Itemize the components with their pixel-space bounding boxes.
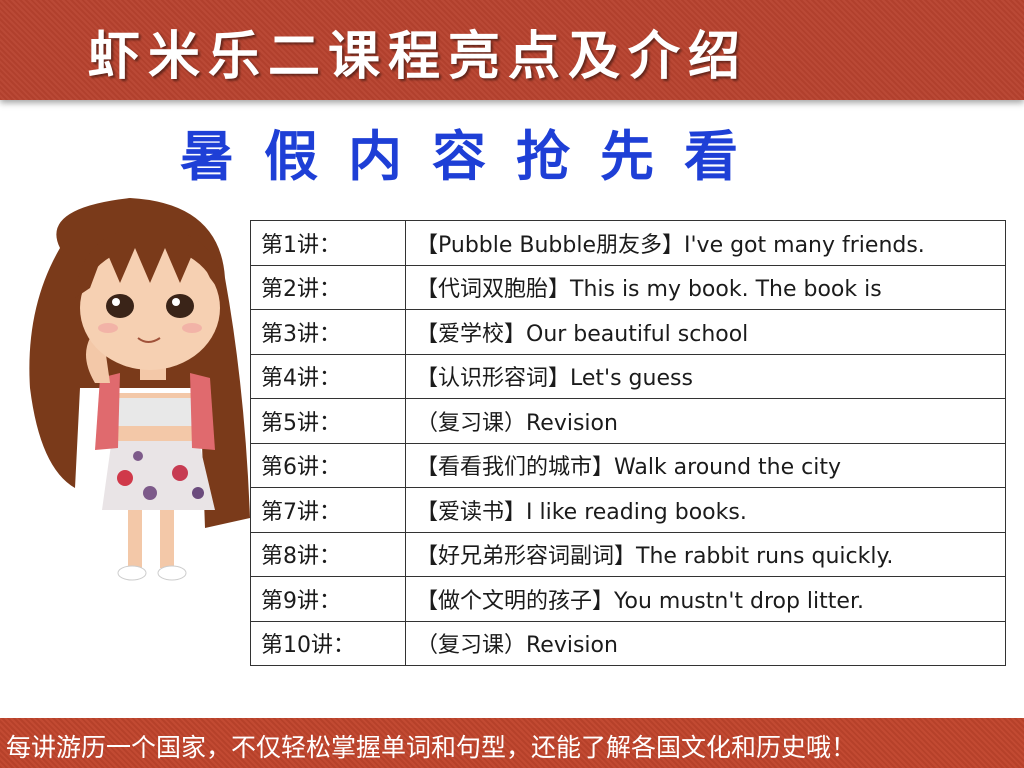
page-title: 虾米乐二课程亮点及介绍: [88, 27, 749, 87]
lesson-number: 第9讲：: [250, 576, 406, 622]
table-row: 第3讲： 【爱学校】Our beautiful school: [250, 309, 1006, 355]
table-row: 第7讲： 【爱读书】I like reading books.: [250, 487, 1006, 533]
lesson-number: 第3讲：: [250, 309, 406, 355]
lesson-title: 【看看我们的城市】Walk around the city: [405, 442, 1006, 488]
table-row: 第5讲： （复习课）Revision: [250, 398, 1006, 444]
lesson-number: 第10讲：: [250, 620, 406, 666]
table-row: 第6讲： 【看看我们的城市】Walk around the city: [250, 442, 1006, 488]
lesson-title: 【Pubble Bubble朋友多】I've got many friends.: [405, 220, 1006, 266]
lesson-number: 第7讲：: [250, 487, 406, 533]
table-row: 第9讲： 【做个文明的孩子】You mustn't drop litter.: [250, 576, 1006, 622]
subtitle: 暑假内容抢先看: [180, 125, 768, 188]
cartoon-girl-illustration: [29, 198, 250, 581]
lesson-title: （复习课）Revision: [405, 620, 1006, 666]
lesson-title: （复习课）Revision: [405, 398, 1006, 444]
lesson-number: 第6讲：: [250, 442, 406, 488]
table-row: 第2讲： 【代词双胞胎】This is my book. The book is: [250, 264, 1006, 310]
lesson-number: 第4讲：: [250, 353, 406, 399]
lesson-title: 【认识形容词】Let's guess: [405, 353, 1006, 399]
lesson-table: 第1讲： 【Pubble Bubble朋友多】I've got many frie…: [250, 220, 1006, 666]
table-row: 第4讲： 【认识形容词】Let's guess: [250, 353, 1006, 399]
lesson-number: 第5讲：: [250, 398, 406, 444]
lesson-title: 【爱学校】Our beautiful school: [405, 309, 1006, 355]
lesson-title: 【好兄弟形容词副词】The rabbit runs quickly.: [405, 531, 1006, 577]
bottom-banner: 每讲游历一个国家，不仅轻松掌握单词和句型，还能了解各国文化和历史哦！: [0, 718, 1024, 768]
table-row: 第8讲： 【好兄弟形容词副词】The rabbit runs quickly.: [250, 531, 1006, 577]
lesson-number: 第1讲：: [250, 220, 406, 266]
top-banner: 虾米乐二课程亮点及介绍: [0, 0, 1024, 100]
lesson-title: 【做个文明的孩子】You mustn't drop litter.: [405, 576, 1006, 622]
lesson-number: 第2讲：: [250, 264, 406, 310]
lesson-title: 【爱读书】I like reading books.: [405, 487, 1006, 533]
lesson-number: 第8讲：: [250, 531, 406, 577]
table-row: 第1讲： 【Pubble Bubble朋友多】I've got many frie…: [250, 220, 1006, 266]
table-row: 第10讲： （复习课）Revision: [250, 620, 1006, 666]
footer-text: 每讲游历一个国家，不仅轻松掌握单词和句型，还能了解各国文化和历史哦！: [6, 733, 857, 762]
lesson-title: 【代词双胞胎】This is my book. The book is: [405, 264, 1006, 310]
